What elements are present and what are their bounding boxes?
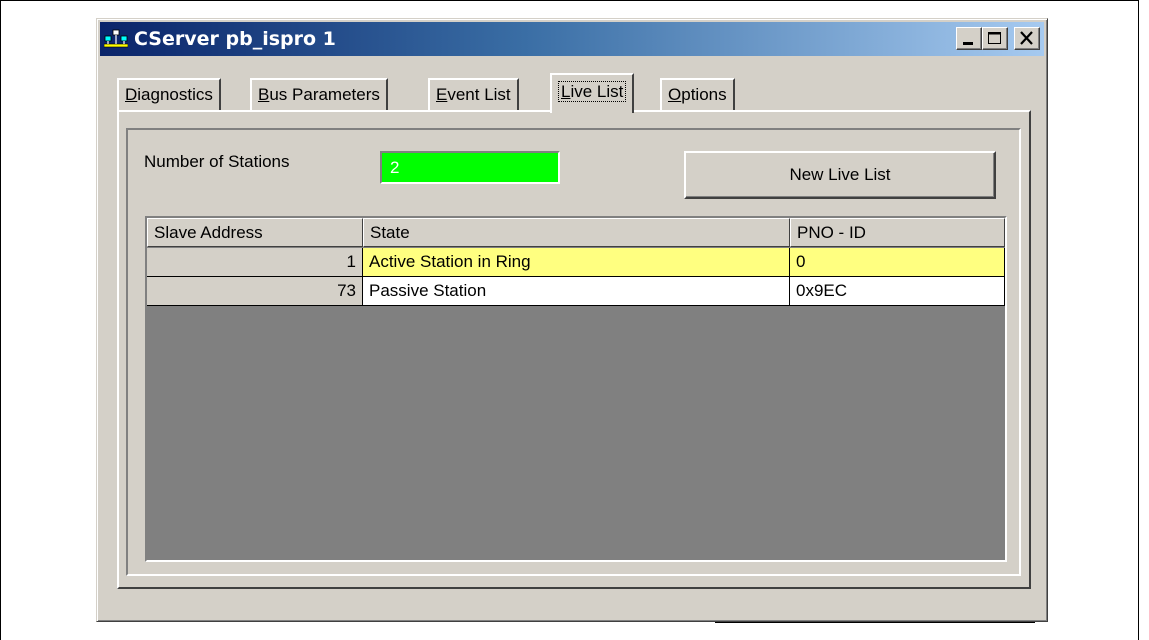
row-pno-id: 0x9EC	[790, 277, 1005, 306]
new-live-list-button[interactable]: New Live List	[684, 151, 996, 199]
row-pno-id: 0	[790, 248, 1005, 277]
close-button[interactable]	[1014, 27, 1040, 50]
tab-bus-parameters-accel: B	[258, 85, 270, 104]
title-bar[interactable]: CServer pb_ispro 1	[100, 22, 1044, 56]
tab-bus-parameters-label: us Parameters	[269, 85, 380, 104]
row-state: Passive Station	[363, 277, 790, 306]
column-header-state[interactable]: State	[363, 218, 790, 247]
network-icon[interactable]	[103, 27, 129, 51]
stations-count-field: 2	[380, 151, 560, 184]
maximize-button[interactable]	[982, 27, 1008, 50]
close-icon	[1020, 31, 1033, 45]
table-row[interactable]: 73 Passive Station 0x9EC	[147, 277, 1005, 306]
divider-line	[715, 622, 1035, 623]
column-header-slave-address[interactable]: Slave Address	[147, 218, 363, 247]
tab-options-label: ptions	[681, 85, 727, 104]
tab-live-list-label: ive List	[570, 82, 624, 101]
tab-diagnostics-label: iagnostics	[137, 85, 213, 104]
table-row[interactable]: 1 Active Station in Ring 0	[147, 248, 1005, 277]
column-header-pno-id[interactable]: PNO - ID	[790, 218, 1005, 247]
maximize-icon	[988, 32, 1001, 44]
live-list-table[interactable]: Slave Address State PNO - ID 1 Active St…	[145, 216, 1007, 562]
tab-diagnostics[interactable]: Diagnostics	[117, 78, 221, 111]
window-title: CServer pb_ispro 1	[134, 28, 336, 50]
tab-options[interactable]: Options	[660, 78, 735, 111]
tab-event-list-label: vent List	[447, 85, 511, 104]
stations-label: Number of Stations	[144, 152, 290, 171]
tab-event-list[interactable]: Event List	[428, 78, 519, 111]
tab-event-list-accel: E	[436, 85, 448, 104]
minimize-icon	[963, 42, 973, 45]
tab-diagnostics-accel: D	[125, 85, 138, 104]
minimize-button[interactable]	[956, 27, 982, 50]
tab-live-list[interactable]: Live List	[550, 73, 635, 113]
row-state: Active Station in Ring	[363, 248, 790, 277]
tab-live-list-focus: Live List	[558, 81, 627, 102]
table-header: Slave Address State PNO - ID	[147, 218, 1005, 247]
tab-options-accel: O	[668, 85, 682, 104]
row-address: 73	[147, 277, 363, 306]
row-address: 1	[147, 248, 363, 277]
tab-bus-parameters[interactable]: Bus Parameters	[250, 78, 388, 111]
